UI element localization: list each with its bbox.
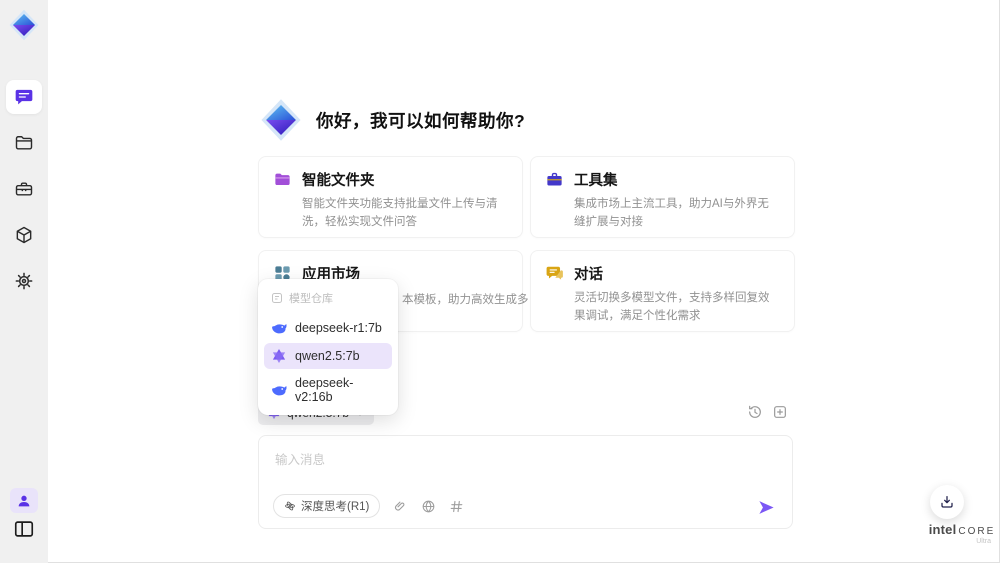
folder-icon <box>15 136 33 150</box>
deep-think-label: 深度思考(R1) <box>301 501 370 513</box>
model-option-deepseek-v2[interactable]: deepseek-v2:16b <box>264 371 392 409</box>
message-composer: 深度思考(R1) <box>258 435 793 529</box>
intel-core-badge: intel CORE Ultra <box>929 522 995 545</box>
repo-icon <box>272 293 282 303</box>
cube-icon <box>16 226 32 244</box>
dialog-icon <box>546 266 563 280</box>
toolbox-icon <box>15 182 33 196</box>
card-title: 工具集 <box>574 173 618 189</box>
send-icon[interactable] <box>757 498 776 517</box>
new-chat-icon[interactable] <box>772 404 788 420</box>
sidebar-item-models[interactable] <box>6 218 42 252</box>
sidebar-item-chat[interactable] <box>6 80 42 114</box>
globe-icon[interactable] <box>421 499 436 514</box>
card-description: 集成市场上主流工具，助力AI与外界无缝扩展与对接 <box>574 198 769 228</box>
composer-toolbar: 深度思考(R1) <box>273 494 464 518</box>
deep-think-toggle[interactable]: 深度思考(R1) <box>273 494 381 518</box>
user-icon <box>18 495 30 506</box>
model-dropdown: 模型仓库 deepseek-r1:7b qwen2.5:7b deepseek-… <box>258 279 398 415</box>
download-icon <box>941 496 953 508</box>
sidebar-item-settings[interactable] <box>6 264 42 298</box>
deepseek-icon <box>272 386 287 396</box>
qwen-icon <box>272 349 286 363</box>
greeting-header: 你好，我可以如何帮助你? <box>258 96 525 144</box>
card-title: 对话 <box>574 267 603 283</box>
model-option-label: deepseek-v2:16b <box>295 376 354 404</box>
sidebar <box>0 0 48 563</box>
intel-wordmark: intel <box>928 522 957 537</box>
sidebar-item-toolbox[interactable] <box>6 172 42 206</box>
card-description: 智能文件夹功能支持批量文件上传与清洗，轻松实现文件问答 <box>302 198 498 228</box>
download-button[interactable] <box>930 485 964 519</box>
card-description: 灵活切换多模型文件，支持多样回复效果调试，满足个性化需求 <box>574 292 770 322</box>
model-option-label: deepseek-r1:7b <box>295 321 382 335</box>
assistant-logo-icon <box>261 99 301 141</box>
deepseek-icon <box>272 324 287 334</box>
gear-icon <box>15 272 33 290</box>
briefcase-icon <box>547 172 562 186</box>
message-input[interactable] <box>259 436 792 488</box>
card-description: 本模板，助力高效生成多 <box>402 294 529 306</box>
sidebar-item-folders[interactable] <box>6 126 42 160</box>
paperclip-icon[interactable] <box>393 499 408 514</box>
intel-sub-label: Ultra <box>976 538 991 545</box>
conversation-actions <box>747 404 788 420</box>
sidebar-toggle[interactable] <box>13 518 35 540</box>
chat-icon <box>15 89 33 105</box>
folder-icon <box>275 173 290 186</box>
model-repo-header: 模型仓库 <box>264 285 392 313</box>
app-window: { "app": { "accent": "#5a32e6", "selecte… <box>0 0 1000 563</box>
history-icon[interactable] <box>747 404 763 420</box>
card-title: 智能文件夹 <box>302 173 375 189</box>
hash-icon[interactable] <box>449 499 464 514</box>
model-repo-label: 模型仓库 <box>289 293 333 305</box>
card-smart-folder[interactable]: 智能文件夹 智能文件夹功能支持批量文件上传与清洗，轻松实现文件问答 <box>258 156 523 238</box>
model-option-qwen[interactable]: qwen2.5:7b <box>264 343 392 369</box>
card-dialog[interactable]: 对话 灵活切换多模型文件，支持多样回复效果调试，满足个性化需求 <box>530 250 795 332</box>
sidebar-item-account[interactable] <box>10 488 38 513</box>
core-wordmark: CORE <box>958 526 996 537</box>
greeting-text: 你好，我可以如何帮助你? <box>316 110 526 131</box>
panel-icon <box>14 521 34 537</box>
app-logo-icon <box>9 9 39 41</box>
model-option-deepseek-r1[interactable]: deepseek-r1:7b <box>264 315 392 341</box>
atom-icon <box>285 501 295 511</box>
model-option-label: qwen2.5:7b <box>295 349 360 363</box>
card-toolset[interactable]: 工具集 集成市场上主流工具，助力AI与外界无缝扩展与对接 <box>530 156 795 238</box>
